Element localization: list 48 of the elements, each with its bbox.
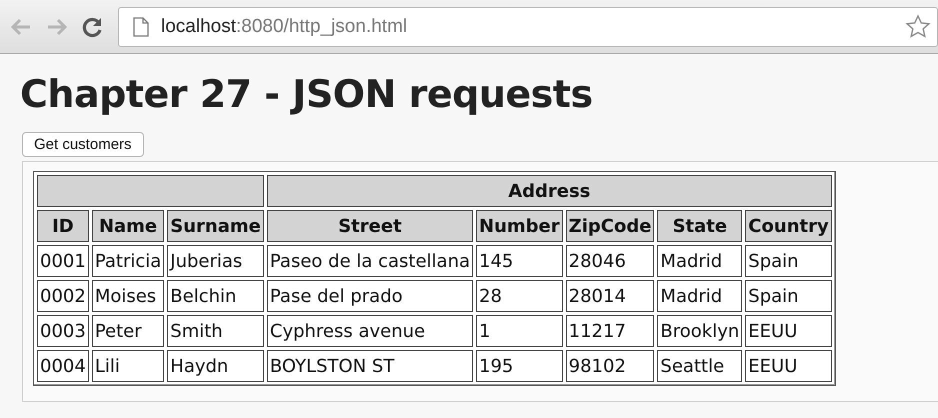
table-cell: Moises — [92, 280, 164, 312]
table-cell: 28014 — [566, 280, 654, 312]
column-header: Country — [745, 210, 832, 242]
table-cell: Paseo de la castellana — [266, 245, 474, 277]
table-cell: 0003 — [37, 315, 89, 347]
table-cell: Patricia — [92, 245, 164, 277]
table-cell: Lili — [92, 350, 164, 382]
table-cell: Peter — [92, 315, 164, 347]
table-cell: 28046 — [566, 245, 654, 277]
table-cell: 1 — [476, 315, 563, 347]
table-cell: Haydn — [167, 350, 264, 382]
table-cell: 195 — [476, 350, 563, 382]
table-cell: Smith — [167, 315, 264, 347]
url-text: localhost:8080/http_json.html — [161, 16, 408, 38]
get-customers-button[interactable]: Get customers — [22, 132, 144, 157]
column-header: ZipCode — [566, 210, 654, 242]
table-cell: Madrid — [657, 245, 742, 277]
table-cell: Madrid — [657, 280, 742, 312]
table-cell: 145 — [476, 245, 563, 277]
table-cell: 0002 — [37, 280, 89, 312]
table-cell: Belchin — [167, 280, 264, 312]
column-header: Street — [266, 210, 474, 242]
page-heading: Chapter 27 - JSON requests — [20, 72, 594, 116]
table-cell: Juberias — [167, 245, 264, 277]
table-cell: EEUU — [745, 315, 832, 347]
table-cell: 11217 — [566, 315, 654, 347]
star-icon[interactable] — [905, 14, 931, 40]
group-header-cell: Address — [266, 175, 832, 207]
column-header: State — [657, 210, 742, 242]
table-cell: Seattle — [657, 350, 742, 382]
table-cell: 0004 — [37, 350, 89, 382]
table-cell: Brooklyn — [657, 315, 742, 347]
table-cell: Cyphress avenue — [266, 315, 474, 347]
table-cell: Pase del prado — [266, 280, 474, 312]
address-bar[interactable]: localhost:8080/http_json.html — [118, 6, 938, 46]
column-header: Number — [476, 210, 563, 242]
reload-icon[interactable] — [82, 16, 104, 38]
table-cell: 0001 — [37, 245, 89, 277]
column-header: ID — [37, 210, 89, 242]
table-cell: 28 — [476, 280, 563, 312]
page-icon — [133, 16, 149, 36]
column-header: Name — [92, 210, 164, 242]
table-cell: Spain — [745, 280, 832, 312]
table-cell: 98102 — [566, 350, 654, 382]
table-cell: BOYLSTON ST — [266, 350, 474, 382]
column-header: Surname — [167, 210, 264, 242]
table-cell: EEUU — [745, 350, 832, 382]
table-cell: Spain — [745, 245, 832, 277]
